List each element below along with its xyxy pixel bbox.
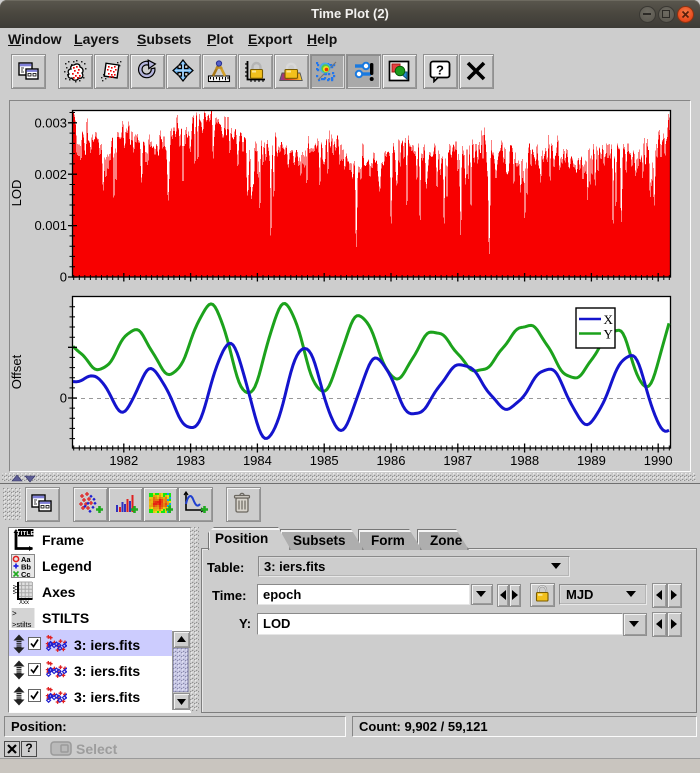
svg-text:1988: 1988 xyxy=(510,453,539,468)
svg-text:1987: 1987 xyxy=(443,453,472,468)
svg-text:Xxx: Xxx xyxy=(19,600,29,604)
svg-text:1989: 1989 xyxy=(577,453,606,468)
svg-text:1986: 1986 xyxy=(377,453,406,468)
svg-text:TITLE: TITLE xyxy=(17,531,35,537)
svg-text:0.001: 0.001 xyxy=(34,218,67,233)
svg-text:yyy: yyy xyxy=(13,585,19,594)
svg-text:Y: Y xyxy=(604,327,614,342)
svg-text:1984: 1984 xyxy=(243,453,272,468)
svg-text:Offset: Offset xyxy=(9,354,24,389)
svg-text:LOD: LOD xyxy=(9,180,24,207)
svg-text:0: 0 xyxy=(60,391,67,406)
svg-text:>: > xyxy=(12,609,17,618)
svg-text:?: ? xyxy=(436,63,444,78)
svg-text:>stilts: >stilts xyxy=(12,620,32,629)
svg-text:0.002: 0.002 xyxy=(34,167,67,182)
svg-text:1990: 1990 xyxy=(644,453,673,468)
svg-text:0: 0 xyxy=(60,270,67,285)
svg-text:1982: 1982 xyxy=(109,453,138,468)
svg-text:Cc: Cc xyxy=(21,570,31,578)
svg-text:0.003: 0.003 xyxy=(34,116,67,131)
svg-text:1985: 1985 xyxy=(310,453,339,468)
svg-text:X: X xyxy=(604,312,614,327)
svg-text:1983: 1983 xyxy=(176,453,205,468)
